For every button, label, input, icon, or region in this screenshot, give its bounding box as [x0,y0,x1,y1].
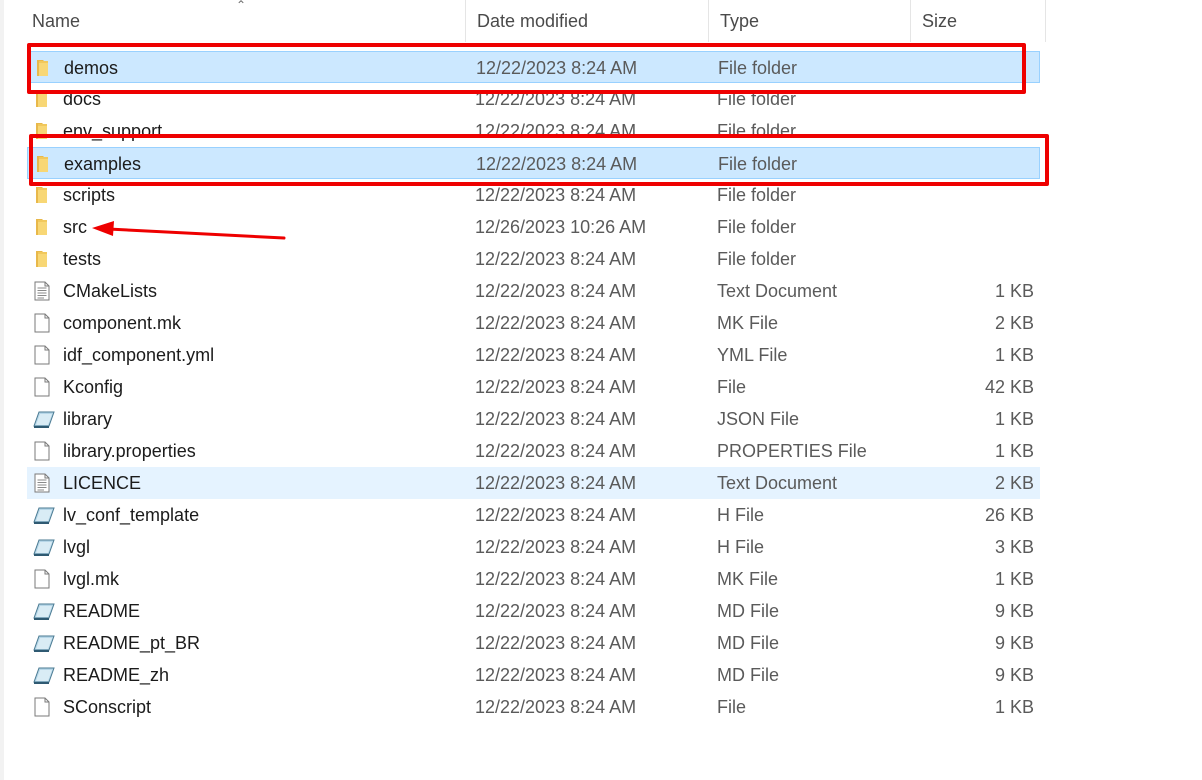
annotation-arrow [92,221,286,240]
